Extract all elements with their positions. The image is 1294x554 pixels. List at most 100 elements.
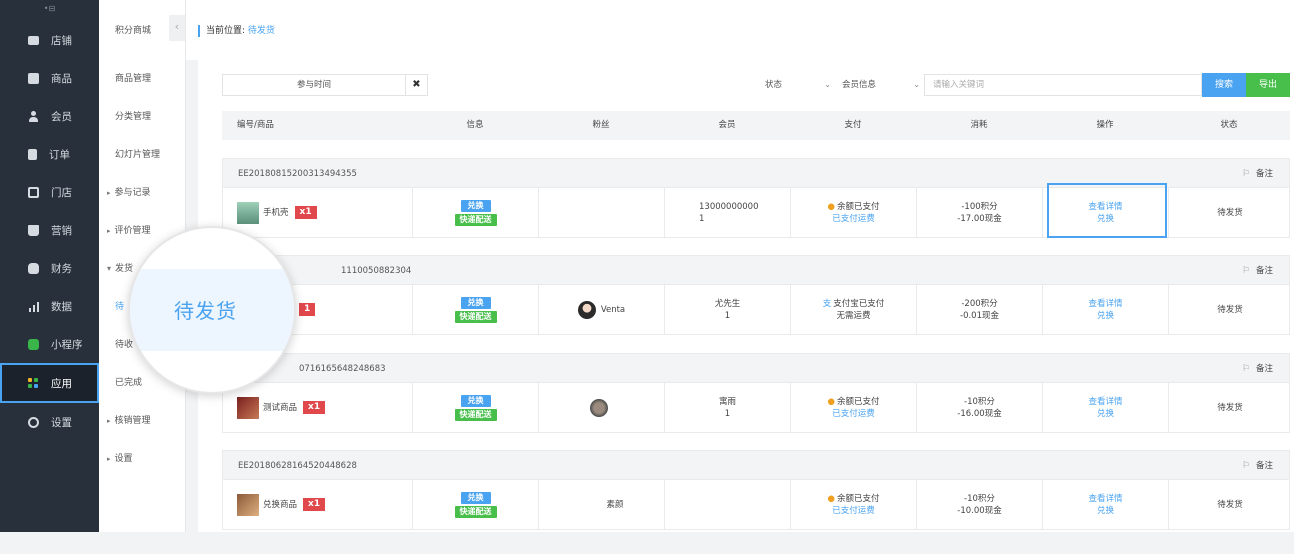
fan-name: Venta (600, 304, 626, 315)
member-extra: 1 (724, 408, 731, 419)
apps-grid-icon (28, 377, 39, 389)
sidebar-item-label: 应用 (51, 377, 72, 390)
member-name: 13000000000 (699, 201, 759, 212)
product-cell: 手机壳 x1 (223, 188, 413, 237)
subnav-item-settings[interactable]: 设置 (99, 440, 185, 478)
product-name[interactable]: 测试商品 (263, 402, 297, 414)
sidebar-item-settings[interactable]: 设置 (0, 403, 99, 441)
status-select[interactable]: 状态 ⌄ (765, 74, 831, 96)
product-thumbnail (237, 201, 259, 224)
search-button[interactable]: 搜索 (1202, 73, 1246, 97)
subnav-item-category[interactable]: 分类管理 (99, 98, 185, 136)
member-cell: 尤先生 1 (665, 285, 791, 334)
gear-icon (28, 416, 39, 428)
payment-method: ● 余额已支付 (827, 201, 880, 212)
order-number: EE20180815200313494355 (238, 169, 357, 179)
gift-icon (28, 224, 39, 236)
member-info-select[interactable]: 会员信息 ⌄ (842, 74, 920, 96)
magnifier-label: 待发货 (174, 299, 237, 323)
sidebar-item-data[interactable]: 数据 (0, 287, 99, 325)
alipay-icon: 支 (822, 298, 832, 309)
view-details-link[interactable]: 查看详情 (1088, 493, 1122, 505)
clear-date-button[interactable]: ✖ (406, 74, 428, 96)
subnav-item-records[interactable]: 参与记录 (99, 174, 185, 212)
subnav-item-slides[interactable]: 幻灯片管理 (99, 136, 185, 174)
fan-cell (539, 188, 665, 237)
info-cell: 兑换 快递配送 (413, 383, 539, 432)
shop-icon (28, 186, 39, 198)
action-cell: 查看详情 兑换 (1043, 383, 1169, 432)
order-icon (28, 148, 37, 160)
exchange-tag: 兑换 (460, 491, 491, 504)
exchange-link[interactable]: 兑换 (1097, 505, 1114, 517)
product-name[interactable]: 手机壳 (263, 207, 289, 219)
top-bar (186, 0, 1294, 60)
note-button[interactable]: 备注 (1242, 159, 1273, 189)
exchange-link[interactable]: 兑换 (1097, 310, 1114, 322)
sidebar-item-store[interactable]: 店铺 (0, 21, 99, 59)
balance-icon: ● (827, 396, 835, 407)
member-cell: 13000000000 1 (665, 188, 791, 237)
cost-cell: -100积分 -17.00现金 (917, 188, 1043, 237)
member-name: 寓雨 (718, 396, 736, 407)
table-row: 兑换商品 x1 兑换 快递配送 素颜 ● 余额已支付 已支付运费 -10积分 -1… (222, 480, 1290, 530)
logo: •⊟ (43, 4, 56, 13)
points-cost: -10积分 (964, 396, 995, 407)
note-button[interactable]: 备注 (1242, 354, 1273, 384)
sidebar-item-label: 门店 (51, 186, 72, 199)
cost-cell: -10积分 -10.00现金 (917, 480, 1043, 529)
column-header: 状态 (1220, 120, 1238, 130)
sidebar-item-shops[interactable]: 门店 (0, 173, 99, 211)
product-thumbnail (237, 396, 259, 419)
date-range-input[interactable]: 参与时间 (222, 74, 406, 96)
sidebar-item-label: 小程序 (51, 338, 83, 351)
sidebar-item-marketing[interactable]: 营销 (0, 211, 99, 249)
subnav-item-verify[interactable]: 核销管理 (99, 402, 185, 440)
breadcrumb: 当前位置: 待发货 (198, 25, 275, 37)
product-name[interactable]: 兑换商品 (263, 499, 297, 511)
sidebar-item-label: 设置 (51, 416, 72, 429)
member-select-label: 会员信息 (842, 80, 877, 90)
exchange-link[interactable]: 兑换 (1097, 408, 1114, 420)
table-row: 1 兑换 快递配送 Venta 尤先生 1 支支付宝已支付 无需运费 -200积… (222, 285, 1290, 335)
note-button[interactable]: 备注 (1242, 256, 1273, 286)
sidebar-item-label: 店铺 (51, 34, 72, 47)
sidebar-item-miniprogram[interactable]: 小程序 (0, 325, 99, 363)
keyword-search-input[interactable]: 请输入关键词 (924, 74, 1202, 96)
column-header: 信息 (466, 120, 484, 130)
cash-cost: -17.00现金 (957, 213, 1002, 224)
sidebar-item-label: 订单 (49, 148, 70, 161)
cash-cost: -16.00现金 (957, 408, 1002, 419)
column-header: 编号/商品 (237, 120, 274, 130)
quantity-badge: x1 (303, 498, 326, 511)
column-header: 支付 (844, 120, 862, 130)
delivery-tag: 快递配送 (454, 213, 497, 226)
avatar (577, 300, 596, 319)
sidebar-item-members[interactable]: 会员 (0, 97, 99, 135)
note-button[interactable]: 备注 (1242, 451, 1273, 481)
collapse-button[interactable]: ‹ (169, 15, 185, 41)
table-header: 编号/商品 信息 粉丝 会员 支付 消耗 操作 状态 (222, 111, 1290, 140)
status-cell: 待发货 (1217, 207, 1243, 218)
delivery-tag: 快递配送 (454, 505, 497, 518)
payment-method: ● 余额已支付 (827, 493, 880, 504)
quantity-badge: 1 (299, 303, 316, 316)
sidebar-item-apps[interactable]: 应用 (0, 363, 99, 403)
order-header: 1110050882304 备注 (222, 255, 1290, 285)
exchange-tag: 兑换 (460, 199, 491, 212)
sidebar-item-goods[interactable]: 商品 (0, 59, 99, 97)
column-header: 会员 (718, 120, 736, 130)
view-details-link[interactable]: 查看详情 (1088, 396, 1122, 408)
points-cost: -200积分 (961, 298, 998, 309)
sidebar-item-finance[interactable]: 财务 (0, 249, 99, 287)
export-button[interactable]: 导出 (1246, 73, 1290, 97)
subnav-item-goods[interactable]: 商品管理 (99, 60, 185, 98)
exchange-tag: 兑换 (460, 394, 491, 407)
sidebar-item-orders[interactable]: 订单 (0, 135, 99, 173)
view-details-link[interactable]: 查看详情 (1088, 298, 1122, 310)
member-extra: 1 (724, 310, 731, 321)
breadcrumb-current[interactable]: 待发货 (248, 26, 275, 36)
order-number: 1110050882304 (341, 266, 412, 276)
info-cell: 兑换 快递配送 (413, 285, 539, 334)
fan-cell (539, 383, 665, 432)
